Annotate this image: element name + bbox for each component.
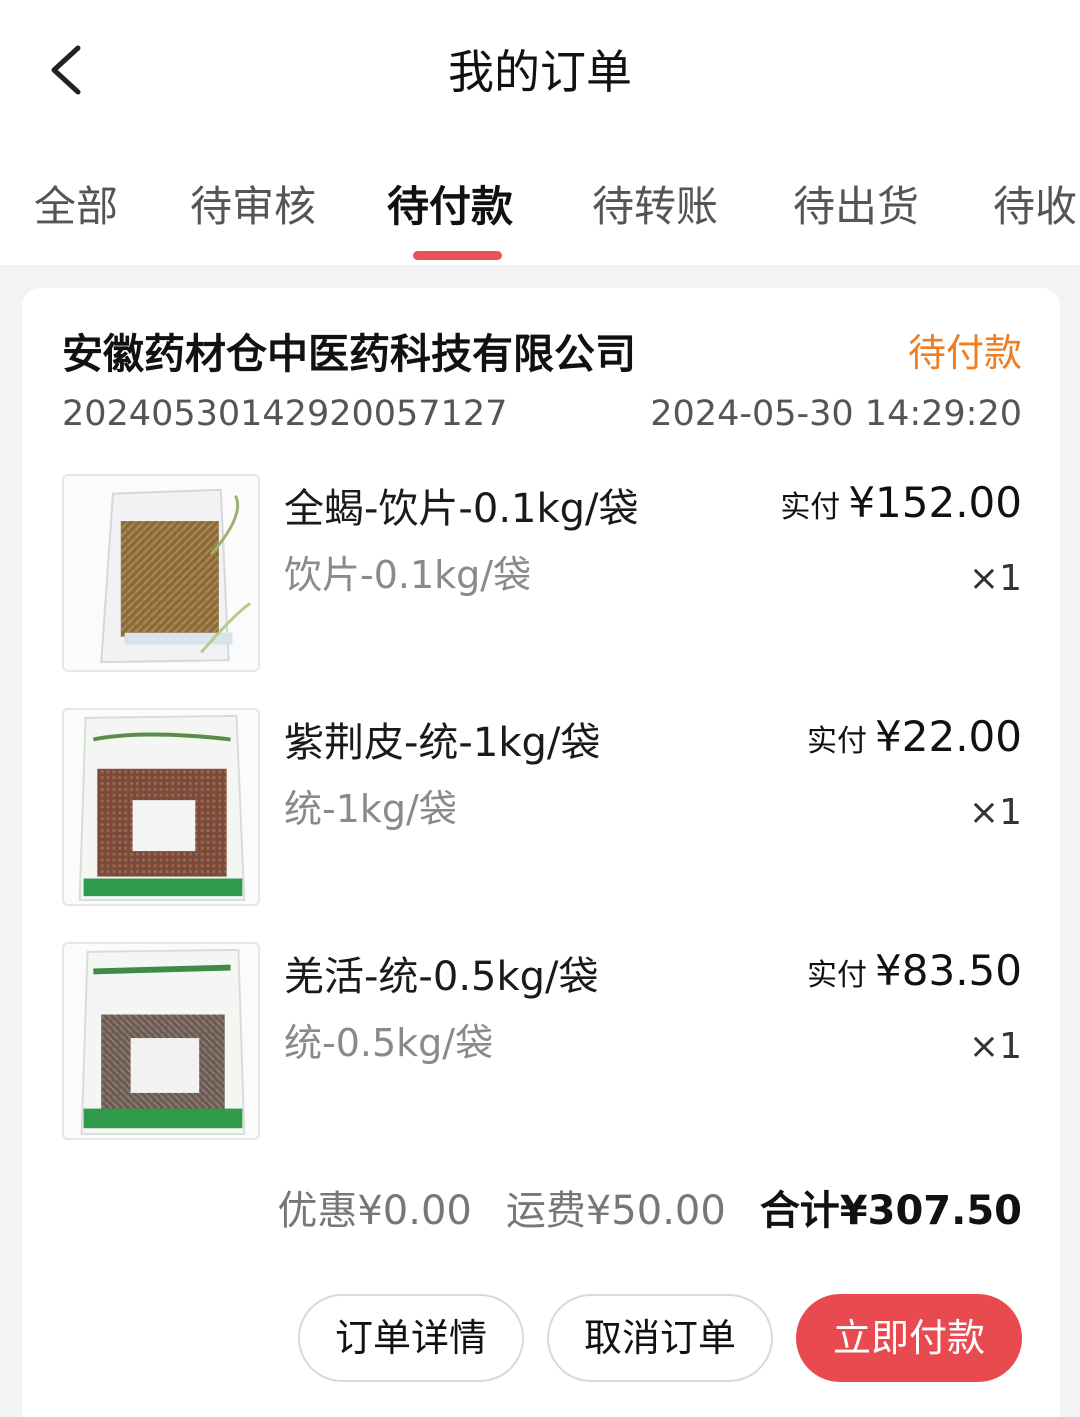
- product-price: 实付 ¥22.00: [807, 712, 1022, 761]
- product-price: 实付 ¥83.50: [807, 946, 1022, 995]
- product-spec: 统-1kg/袋: [284, 787, 457, 831]
- active-tab-indicator: [413, 251, 502, 260]
- product-name[interactable]: 紫荆皮-统-1kg/袋: [284, 710, 600, 768]
- order-item[interactable]: 紫荆皮-统-1kg/袋 统-1kg/袋 实付 ¥22.00 ×1: [62, 708, 1022, 908]
- product-name[interactable]: 全蝎-饮片-0.1kg/袋: [284, 476, 639, 534]
- total-amount: 合计¥307.50: [759, 1188, 1022, 1234]
- order-summary: 优惠¥0.00 运费¥50.00 合计¥307.50: [277, 1178, 1022, 1236]
- order-status: 待付款: [907, 331, 1022, 375]
- discount-amount: 优惠¥0.00: [277, 1188, 472, 1234]
- store-name[interactable]: 安徽药材仓中医药科技有限公司: [62, 320, 636, 380]
- product-image: [62, 942, 260, 1140]
- cancel-order-button[interactable]: 取消订单: [547, 1294, 773, 1382]
- tab-pending-shipment[interactable]: 待出货: [793, 173, 919, 234]
- order-card[interactable]: 安徽药材仓中医药科技有限公司 待付款 20240530142920057127 …: [22, 288, 1060, 1417]
- price-label: 实付: [780, 490, 841, 525]
- product-spec: 饮片-0.1kg/袋: [284, 553, 532, 597]
- order-detail-button[interactable]: 订单详情: [298, 1294, 524, 1382]
- order-item[interactable]: 全蝎-饮片-0.1kg/袋 饮片-0.1kg/袋 实付 ¥152.00 ×1: [62, 474, 1022, 674]
- price-value: ¥83.50: [875, 946, 1022, 995]
- price-label: 实付: [807, 724, 868, 759]
- product-spec: 统-0.5kg/袋: [284, 1021, 494, 1065]
- product-image: [62, 474, 260, 672]
- price-value: ¥22.00: [875, 712, 1022, 761]
- order-status-tabs: 全部 待审核 待付款 待转账 待出货 待收: [0, 135, 1080, 265]
- product-quantity: ×1: [968, 1026, 1022, 1067]
- product-quantity: ×1: [968, 792, 1022, 833]
- price-value: ¥152.00: [848, 478, 1022, 527]
- tab-pending-transfer[interactable]: 待转账: [592, 173, 718, 234]
- page-title: 我的订单: [448, 45, 632, 99]
- top-bar: 我的订单: [0, 0, 1080, 135]
- order-time: 2024-05-30 14:29:20: [650, 394, 1022, 434]
- product-price: 实付 ¥152.00: [780, 478, 1022, 527]
- tab-pending-receipt[interactable]: 待收: [993, 173, 1077, 234]
- freight-amount: 运费¥50.00: [505, 1188, 726, 1234]
- product-quantity: ×1: [968, 558, 1022, 599]
- pay-now-button[interactable]: 立即付款: [796, 1294, 1022, 1382]
- order-number: 20240530142920057127: [62, 394, 508, 434]
- order-item[interactable]: 羌活-统-0.5kg/袋 统-0.5kg/袋 实付 ¥83.50 ×1: [62, 942, 1022, 1142]
- tab-pending-payment[interactable]: 待付款: [387, 173, 513, 234]
- product-name[interactable]: 羌活-统-0.5kg/袋: [284, 944, 599, 1002]
- product-image: [62, 708, 260, 906]
- tab-all[interactable]: 全部: [34, 173, 118, 234]
- price-label: 实付: [807, 958, 868, 993]
- tab-pending-review[interactable]: 待审核: [190, 173, 316, 234]
